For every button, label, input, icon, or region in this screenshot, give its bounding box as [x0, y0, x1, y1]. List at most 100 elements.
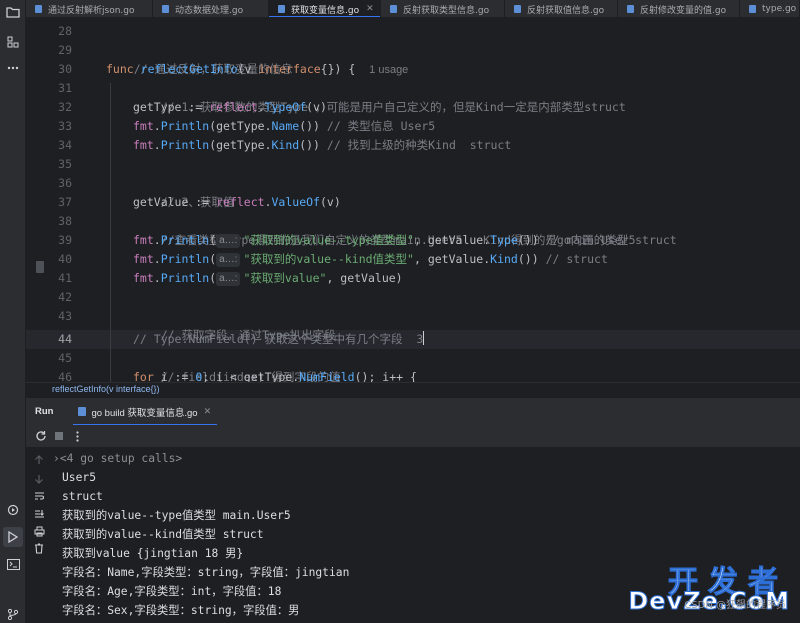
function-call: Kind: [271, 138, 300, 152]
function-call: Println: [160, 138, 210, 152]
parameter-hint: a…:: [216, 253, 241, 267]
go-file-icon: [78, 406, 87, 416]
keyword: interface: [258, 62, 321, 76]
code-text: ()): [299, 138, 327, 152]
console-output-line: 获取到的value--kind值类型 struct: [62, 528, 264, 541]
keyword: for: [133, 370, 154, 382]
line-number: 28: [58, 24, 72, 38]
print-icon[interactable]: [32, 524, 46, 538]
run-toolbar: [26, 425, 800, 447]
parameter-hint: a…:: [216, 234, 241, 248]
code-text: , getValue.: [413, 233, 491, 247]
code-text: .: [257, 100, 265, 114]
terminal-icon[interactable]: [3, 554, 23, 574]
code-text: .: [264, 195, 272, 209]
tab-label: 反射获取类型信息.go: [403, 5, 490, 16]
go-file-icon: [749, 5, 756, 13]
console-output-line: 获取到的value--type值类型 main.User5: [62, 509, 291, 522]
folder-icon[interactable]: [3, 2, 23, 22]
services-icon[interactable]: [3, 500, 23, 520]
tab-reflect-value-info[interactable]: 反射获取值信息.go: [505, 0, 618, 17]
close-icon[interactable]: ✕: [366, 4, 374, 14]
line-number-current: 44: [58, 332, 72, 346]
code-text: ()): [299, 119, 327, 133]
tab-label: 反射修改变量的值.go: [640, 5, 727, 16]
console-output-line: 获取到value {jingtian 18 男}: [62, 547, 244, 560]
console-output-line: User5: [62, 471, 97, 484]
code-line-41: fmt.Println(a…: "获取到value", getValue): [133, 269, 403, 288]
setup-calls-folded[interactable]: ›<4 go setup calls>: [53, 449, 182, 468]
function-call: NumField: [299, 370, 355, 382]
arrow-up-icon[interactable]: [32, 453, 46, 467]
tab-reflect-modify-value[interactable]: 反射修改变量的值.go: [618, 0, 740, 17]
run-console[interactable]: ›<4 go setup calls> User5 struct 获取到的val…: [26, 447, 800, 623]
usage-hint[interactable]: 1 usage: [369, 64, 408, 76]
code-text: ()): [517, 233, 546, 247]
code-text: getValue :=: [133, 195, 217, 209]
code-line-36: // 2、获取值: [133, 174, 235, 209]
function-call: Name: [271, 119, 300, 133]
soft-wrap-icon[interactable]: [32, 489, 46, 503]
editor-tab-bar: 通过反射解析json.go 动态数据处理.go 获取变量信息.go ✕ 反射获取…: [26, 0, 800, 18]
code-editor[interactable]: 28 29 30 31 32 33 34 35 36 37 38 39 40 4…: [26, 19, 800, 382]
keyword: func: [106, 62, 134, 76]
scroll-to-end-icon[interactable]: [32, 507, 46, 521]
code-line-33: fmt.Println(getType.Name()) // 类型信息 User…: [133, 117, 435, 136]
line-number: 38: [58, 214, 72, 228]
console-output-line: 字段名：Name,字段类型：string，字段值：jingtian: [62, 566, 350, 579]
package-name: fmt: [133, 233, 154, 247]
line-number: 29: [58, 43, 72, 57]
function-call: Println: [160, 271, 210, 285]
run-config-tab[interactable]: go build 获取变量信息.go ✕: [71, 398, 219, 426]
close-icon[interactable]: ✕: [204, 406, 212, 417]
go-file-icon: [514, 5, 521, 13]
tab-get-var-info[interactable]: 获取变量信息.go ✕: [269, 0, 381, 17]
line-number: 41: [58, 271, 72, 285]
watermark: 开发者 DevZe.CoM CSDN @狂飙的程序员: [628, 557, 794, 617]
go-file-icon: [627, 5, 634, 13]
function-call: Println: [160, 233, 210, 247]
breadcrumb[interactable]: reflectGetInfo(v interface{}): [26, 382, 800, 396]
tab-label: type.go: [762, 4, 797, 14]
code-text: (v): [306, 100, 327, 114]
comment: // main.User5: [545, 233, 636, 247]
tab-reflect-type-info[interactable]: 反射获取类型信息.go: [381, 0, 505, 17]
line-number: 34: [58, 138, 72, 152]
code-line-43: // 获取字段，通过Type扒出字段: [133, 307, 336, 342]
code-text: (: [209, 271, 217, 285]
git-icon[interactable]: [3, 604, 23, 623]
go-file-icon: [390, 5, 397, 13]
code-text: ; i < getType.: [202, 370, 300, 382]
tab-type-go[interactable]: type.go: [740, 0, 800, 17]
arrow-down-icon[interactable]: [32, 472, 46, 486]
run-tool-header: Run go build 获取变量信息.go ✕: [26, 397, 800, 426]
more-icon[interactable]: [70, 429, 84, 443]
stop-icon[interactable]: [52, 429, 66, 443]
code-line-32: getType := reflect.TypeOf(v): [133, 98, 327, 117]
code-text: .: [153, 271, 161, 285]
function-call: Println: [160, 252, 210, 266]
code-text: {}) {: [320, 62, 356, 76]
package-name: fmt: [133, 271, 154, 285]
more-icon[interactable]: [3, 58, 23, 78]
tab-dynamic-data[interactable]: 动态数据处理.go: [153, 0, 269, 17]
code-text: .: [153, 233, 161, 247]
activity-bar: [0, 0, 26, 623]
code-line-37: getValue := reflect.ValueOf(v): [133, 193, 341, 212]
run-tool-icon[interactable]: [3, 527, 23, 547]
trash-icon[interactable]: [32, 541, 46, 555]
text-caret: [423, 331, 425, 345]
code-text: (getType.: [209, 119, 272, 133]
rerun-icon[interactable]: [34, 429, 48, 443]
tab-label: 通过反射解析json.go: [48, 5, 135, 16]
code-text: i :=: [153, 370, 196, 382]
structure-icon[interactable]: [3, 32, 23, 52]
code-line-45: // field(index) 得到字段的值: [133, 349, 341, 382]
code-text: ()): [517, 252, 546, 266]
string-literal: "获取到的value--type值类型": [243, 233, 414, 247]
tab-label: 动态数据处理.go: [175, 5, 244, 16]
tab-json-parse[interactable]: 通过反射解析json.go: [26, 0, 153, 17]
line-number: 40: [58, 252, 72, 266]
string-literal: "获取到value": [243, 271, 327, 285]
tab-label: 反射获取值信息.go: [527, 5, 605, 16]
